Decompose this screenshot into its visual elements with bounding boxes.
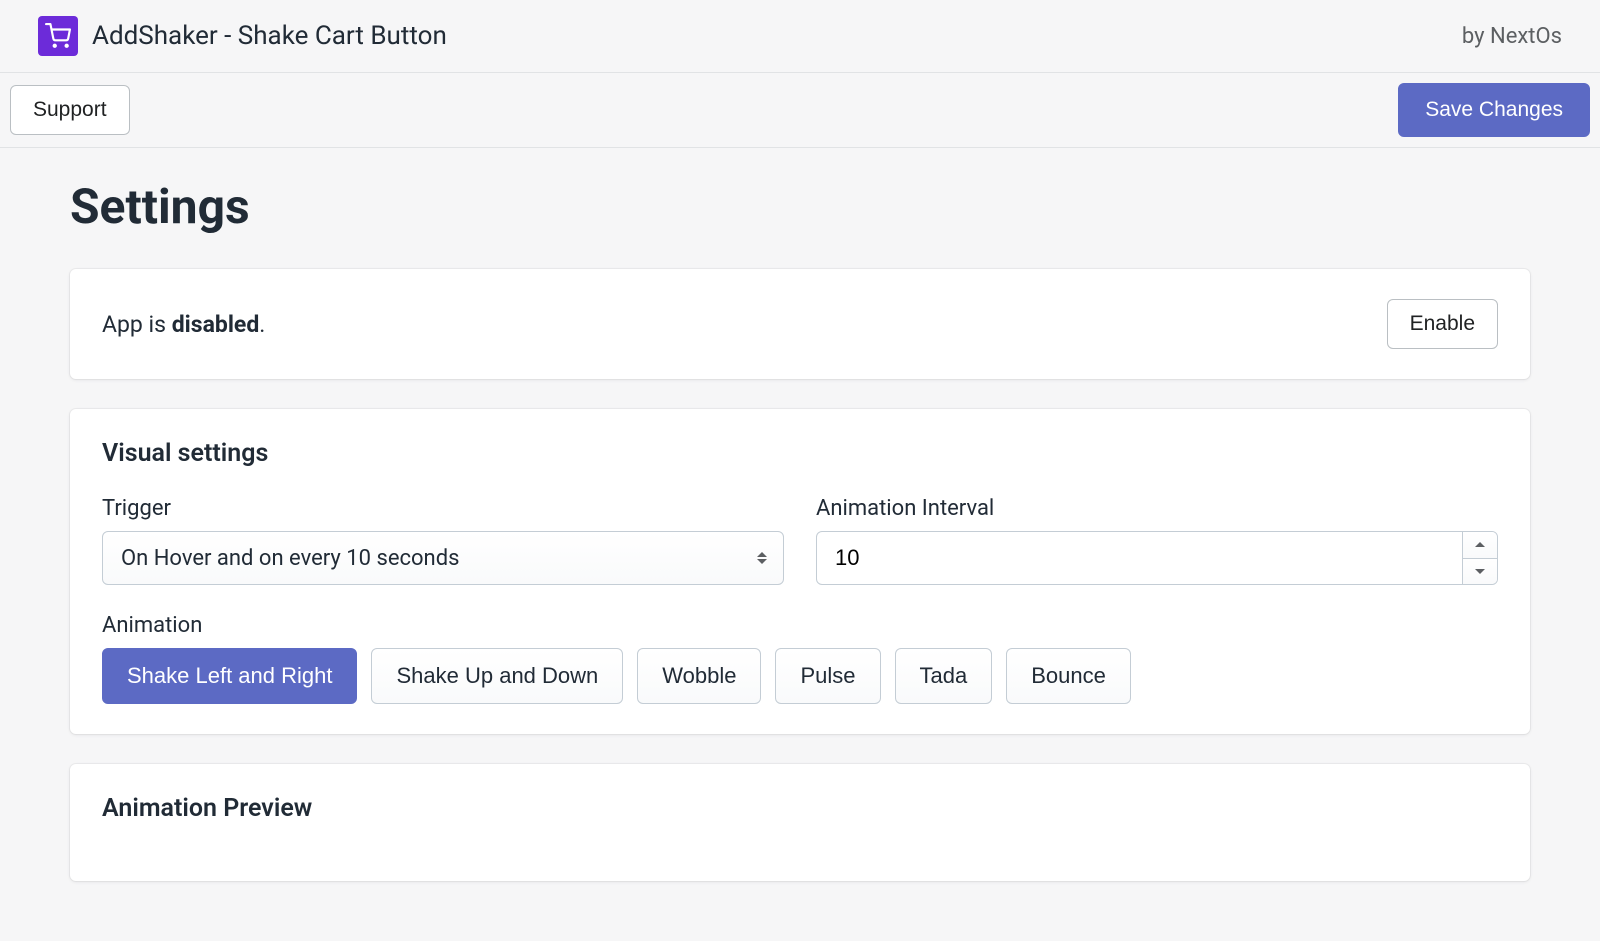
trigger-select[interactable]: On Hover and on every 10 seconds: [102, 531, 784, 585]
app-header: AddShaker - Shake Cart Button by NextOs: [0, 0, 1600, 73]
support-button[interactable]: Support: [10, 85, 130, 135]
animation-option-2[interactable]: Wobble: [637, 648, 761, 704]
status-row: App is disabled. Enable: [102, 299, 1498, 349]
animation-option-0[interactable]: Shake Left and Right: [102, 648, 357, 704]
trigger-select-value: On Hover and on every 10 seconds: [121, 546, 459, 571]
page-title: Settings: [70, 178, 1530, 235]
trigger-label: Trigger: [102, 496, 784, 521]
animation-button-group: Shake Left and RightShake Up and DownWob…: [102, 648, 1498, 704]
interval-label: Animation Interval: [816, 496, 1498, 521]
chevron-up-icon: [757, 552, 767, 557]
chevron-up-icon: [1475, 542, 1485, 547]
animation-option-5[interactable]: Bounce: [1006, 648, 1131, 704]
cart-icon: [45, 23, 71, 49]
animation-label: Animation: [102, 613, 1498, 638]
visual-settings-heading: Visual settings: [102, 439, 1498, 468]
select-caret-icon: [757, 552, 767, 564]
app-logo-icon: [38, 16, 78, 56]
status-card: App is disabled. Enable: [70, 269, 1530, 379]
animation-preview-heading: Animation Preview: [102, 794, 1498, 823]
save-changes-button[interactable]: Save Changes: [1398, 83, 1590, 137]
app-title: AddShaker - Shake Cart Button: [92, 21, 447, 51]
interval-decrement-button[interactable]: [1463, 559, 1497, 585]
animation-option-3[interactable]: Pulse: [775, 648, 880, 704]
interval-increment-button[interactable]: [1463, 532, 1497, 559]
enable-button[interactable]: Enable: [1387, 299, 1498, 349]
interval-input[interactable]: [817, 532, 1462, 584]
visual-settings-card: Visual settings Trigger On Hover and on …: [70, 409, 1530, 734]
action-bar: Support Save Changes: [0, 73, 1600, 148]
animation-preview-card: Animation Preview: [70, 764, 1530, 881]
app-header-left: AddShaker - Shake Cart Button: [38, 16, 447, 56]
page-content: Settings App is disabled. Enable Visual …: [0, 148, 1600, 941]
animation-option-1[interactable]: Shake Up and Down: [371, 648, 623, 704]
interval-field: Animation Interval: [816, 496, 1498, 585]
visual-settings-row: Trigger On Hover and on every 10 seconds…: [102, 496, 1498, 585]
animation-option-4[interactable]: Tada: [895, 648, 993, 704]
interval-spinner: [1462, 532, 1497, 584]
interval-stepper: [816, 531, 1498, 585]
vendor-label: by NextOs: [1462, 24, 1562, 49]
chevron-down-icon: [1475, 569, 1485, 574]
trigger-field: Trigger On Hover and on every 10 seconds: [102, 496, 784, 585]
chevron-down-icon: [757, 559, 767, 564]
status-text: App is disabled.: [102, 311, 265, 338]
